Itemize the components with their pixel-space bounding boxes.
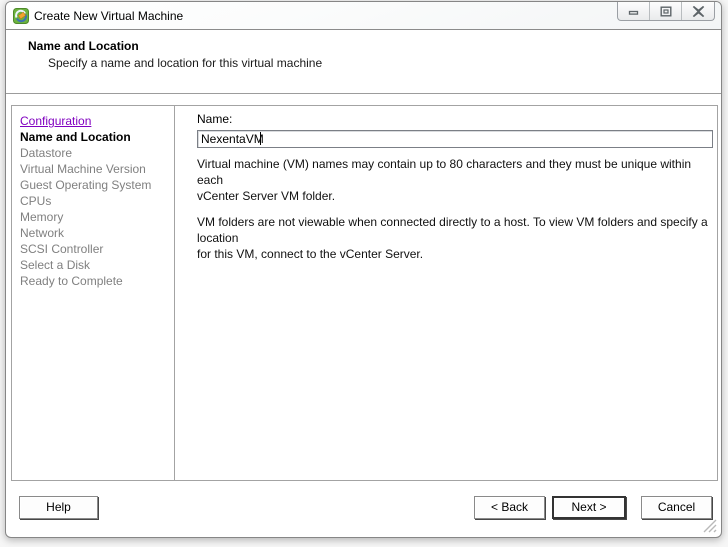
sidebar-item-ready-to-complete: Ready to Complete xyxy=(20,274,123,288)
resize-grip-icon[interactable] xyxy=(702,518,717,533)
sidebar-item-scsi-controller: SCSI Controller xyxy=(20,242,104,256)
vm-name-input-wrap xyxy=(197,130,713,148)
vm-name-input[interactable] xyxy=(197,130,713,148)
vm-name-label: Name: xyxy=(197,112,233,126)
vsphere-app-icon xyxy=(13,8,29,24)
window-title: Create New Virtual Machine xyxy=(34,9,184,23)
sidebar-item-cpus: CPUs xyxy=(20,194,52,208)
vm-name-help-text-2: VM folders are not viewable when connect… xyxy=(197,215,708,261)
sidebar-item-datastore: Datastore xyxy=(20,146,73,160)
minimize-button[interactable] xyxy=(618,2,650,20)
vm-name-help-text-1: Virtual machine (VM) names may contain u… xyxy=(197,157,692,203)
next-button[interactable]: Next > xyxy=(552,496,626,519)
step-subtitle: Specify a name and location for this vir… xyxy=(48,56,323,70)
help-button[interactable]: Help xyxy=(19,496,98,519)
minimize-icon xyxy=(628,10,638,15)
back-button[interactable]: < Back xyxy=(474,496,545,519)
close-icon xyxy=(692,5,704,17)
cancel-button[interactable]: Cancel xyxy=(641,496,712,519)
sidebar-item-memory: Memory xyxy=(20,210,64,224)
step-title: Name and Location xyxy=(28,39,139,53)
window-controls xyxy=(617,2,715,21)
wizard-step-header: Name and Location Specify a name and loc… xyxy=(6,31,721,94)
restore-button[interactable] xyxy=(650,2,682,20)
sidebar-item-virtual-machine-version: Virtual Machine Version xyxy=(20,162,146,176)
sidebar-item-guest-operating-system: Guest Operating System xyxy=(20,178,152,192)
sidebar-item-name-and-location: Name and Location xyxy=(20,130,131,144)
sidebar-item-configuration[interactable]: Configuration xyxy=(20,113,168,129)
text-caret xyxy=(260,132,261,145)
create-vm-wizard-dialog: Create New Virtual Machine Name and Loca… xyxy=(5,1,722,538)
wizard-body-panel: Configuration Name and Location Datastor… xyxy=(11,105,718,481)
title-bar[interactable]: Create New Virtual Machine xyxy=(6,2,721,30)
restore-icon xyxy=(660,6,672,17)
wizard-steps-sidebar: Configuration Name and Location Datastor… xyxy=(12,106,175,480)
sidebar-item-select-a-disk: Select a Disk xyxy=(20,258,91,272)
step-content: Name: Virtual machine (VM) names may con… xyxy=(176,106,717,480)
close-button[interactable] xyxy=(682,2,714,20)
sidebar-item-network: Network xyxy=(20,226,65,240)
